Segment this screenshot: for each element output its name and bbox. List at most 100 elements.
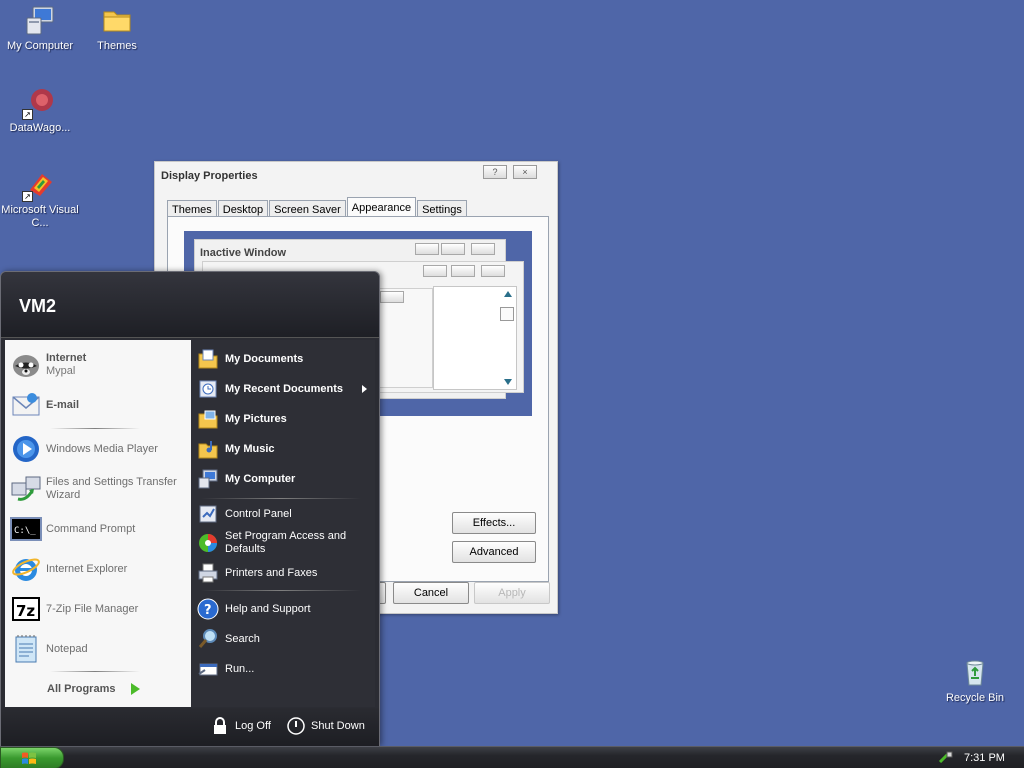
safely-remove-hardware-icon[interactable] <box>938 750 954 766</box>
music-folder-icon <box>197 438 219 460</box>
desktop-icon-recycle-bin[interactable]: Recycle Bin <box>935 656 1015 705</box>
recent-files-settings-transfer[interactable]: Files and Settings Transfer Wizard <box>5 472 191 506</box>
recent-documents-icon <box>197 378 219 400</box>
start-button[interactable] <box>0 747 64 768</box>
separator <box>201 590 361 591</box>
recent-internet-explorer[interactable]: Internet Explorer <box>5 552 191 586</box>
recent-command-prompt[interactable]: C:\_ Command Prompt <box>5 512 191 546</box>
help-label: Search <box>225 632 260 645</box>
svg-text:7z: 7z <box>16 602 35 620</box>
recent-7zip[interactable]: 7z 7-Zip File Manager <box>5 592 191 626</box>
run-item[interactable]: Run... <box>191 654 375 684</box>
apply-button[interactable]: Apply <box>474 582 550 604</box>
recycle-bin-icon <box>959 656 991 688</box>
close-icon: × <box>522 167 528 177</box>
control-panel-icon <box>197 503 219 525</box>
close-icon <box>481 265 505 277</box>
place-my-recent-documents[interactable]: My Recent Documents <box>191 374 375 404</box>
advanced-button[interactable]: Advanced <box>452 541 536 563</box>
arrow-right-icon <box>131 683 141 695</box>
system-program-access-defaults[interactable]: Set Program Access and Defaults <box>191 528 375 558</box>
pinned-internet[interactable]: Internet Mypal <box>5 348 191 382</box>
search-item[interactable]: Search <box>191 624 375 654</box>
lock-icon <box>211 717 229 735</box>
recent-notepad[interactable]: Notepad <box>5 632 191 666</box>
visual-c-icon: ↗ <box>22 168 56 202</box>
shortcut-arrow-icon: ↗ <box>22 109 33 120</box>
place-label: My Pictures <box>225 412 287 425</box>
all-programs-label: All Programs <box>47 683 116 695</box>
recent-item-label: Command Prompt <box>46 522 136 535</box>
log-off-label: Log Off <box>235 720 271 732</box>
place-my-computer[interactable]: My Computer <box>191 464 375 494</box>
recent-item-label: Windows Media Player <box>46 442 158 455</box>
media-player-icon <box>10 433 42 465</box>
preview-inactive-title: Inactive Window <box>200 247 287 259</box>
run-icon <box>197 658 219 680</box>
effects-button[interactable]: Effects... <box>452 512 536 534</box>
recent-windows-media-player[interactable]: Windows Media Player <box>5 432 191 466</box>
help-label: Run... <box>225 662 255 675</box>
email-icon <box>10 389 42 421</box>
power-icon <box>287 717 305 735</box>
recent-item-label: Internet Explorer <box>46 562 128 575</box>
place-my-documents[interactable]: My Documents <box>191 344 375 374</box>
preview-window-text-area <box>433 286 517 390</box>
scroll-down-icon <box>504 379 512 385</box>
start-menu-places-column: My Documents My Recent Documents My Pict… <box>191 340 375 707</box>
cancel-button[interactable]: Cancel <box>393 582 469 604</box>
pinned-item-subtitle: Mypal <box>46 365 76 377</box>
desktop-icon-visual-c[interactable]: ↗ Microsoft Visual C... <box>0 168 80 230</box>
system-label: Set Program Access and Defaults <box>225 530 347 555</box>
help-and-support[interactable]: ? Help and Support <box>191 594 375 624</box>
shortcut-arrow-icon: ↗ <box>22 191 33 202</box>
log-off-button[interactable]: Log Off <box>211 717 271 735</box>
help-label: Help and Support <box>225 602 311 615</box>
start-menu-header: VM2 <box>1 272 379 338</box>
desktop-icon-my-computer[interactable]: My Computer <box>0 4 80 53</box>
place-my-pictures[interactable]: My Pictures <box>191 404 375 434</box>
recent-item-label: Files and Settings Transfer Wizard <box>46 476 177 501</box>
start-menu-footer: Log Off Shut Down <box>1 708 379 746</box>
notepad-icon <box>10 633 42 665</box>
my-computer-icon <box>24 4 56 36</box>
user-name: VM2 <box>19 296 57 316</box>
system-printers-faxes[interactable]: Printers and Faxes <box>191 560 375 586</box>
help-button[interactable]: ? <box>483 165 507 179</box>
start-menu: VM2 Internet Mypal E-mail Windows Media … <box>0 271 380 746</box>
printer-icon <box>197 562 219 584</box>
computer-icon <box>197 468 219 490</box>
minimize-icon <box>423 265 447 277</box>
recent-item-label: Notepad <box>46 642 88 655</box>
desktop-icon-themes[interactable]: Themes <box>77 4 157 53</box>
help-icon: ? <box>492 167 498 177</box>
maximize-icon <box>451 265 475 277</box>
clock[interactable]: 7:31 PM <box>964 752 1005 764</box>
place-label: My Computer <box>225 472 296 485</box>
7zip-icon: 7z <box>10 593 42 625</box>
system-control-panel[interactable]: Control Panel <box>191 502 375 526</box>
taskbar: 7:31 PM <box>0 746 1024 768</box>
svg-text:?: ? <box>204 603 212 618</box>
close-button[interactable]: × <box>513 165 537 179</box>
submenu-arrow-icon <box>362 385 367 393</box>
help-icon: ? <box>197 598 219 620</box>
system-label: Printers and Faxes <box>225 566 318 579</box>
start-menu-programs-column: Internet Mypal E-mail Windows Media Play… <box>5 340 191 707</box>
mypal-raccoon-icon <box>10 349 42 381</box>
desktop-icon-datawagon[interactable]: ↗ DataWago... <box>0 86 80 135</box>
all-programs-button[interactable]: All Programs <box>5 674 191 704</box>
separator <box>50 671 140 672</box>
place-label: My Music <box>225 442 275 455</box>
system-label: Control Panel <box>225 507 292 520</box>
pinned-item-title: E-mail <box>46 398 80 411</box>
place-label: My Recent Documents <box>225 382 343 395</box>
maximize-icon <box>441 243 465 255</box>
separator <box>201 498 361 499</box>
pinned-email[interactable]: E-mail <box>5 388 191 422</box>
shut-down-button[interactable]: Shut Down <box>287 717 365 735</box>
place-my-music[interactable]: My Music <box>191 434 375 464</box>
dialog-title: Display Properties <box>161 170 258 182</box>
svg-text:C:\_: C:\_ <box>14 526 36 536</box>
pinned-item-title: Internet <box>46 352 87 364</box>
